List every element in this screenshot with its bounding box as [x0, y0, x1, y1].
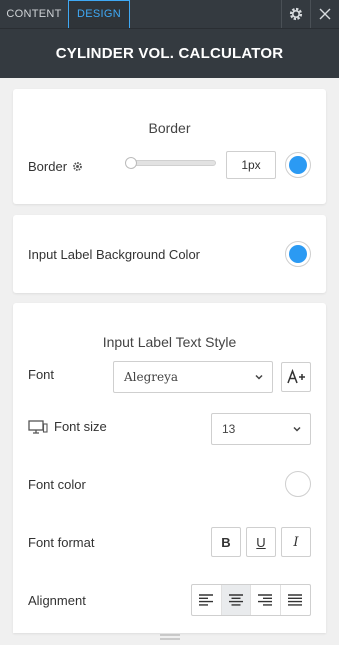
font-size-select[interactable]: 13 [211, 413, 311, 445]
chevron-down-icon [293, 426, 301, 432]
italic-button[interactable]: I [281, 527, 311, 557]
background-color-swatch [289, 245, 307, 263]
small-gear-icon[interactable] [72, 161, 83, 172]
text-style-card: Input Label Text Style Font Alegreya Fon… [13, 303, 326, 633]
panel-header: CYLINDER VOL. CALCULATOR [0, 28, 339, 78]
background-color-label: Input Label Background Color [28, 247, 201, 262]
bold-button[interactable]: B [211, 527, 241, 557]
align-right-icon [258, 594, 273, 606]
border-label: Border [28, 159, 68, 174]
text-style-section-title: Input Label Text Style [102, 334, 237, 350]
tab-design[interactable]: DESIGN [68, 0, 130, 28]
border-card: Border Border 1px [13, 89, 326, 204]
align-center-button[interactable] [221, 585, 251, 615]
tab-content[interactable]: CONTENT [0, 0, 68, 28]
page-title: CYLINDER VOL. CALCULATOR [55, 45, 284, 62]
border-section-title: Border [148, 120, 191, 136]
font-size-label-row: Font size [28, 419, 107, 434]
font-color-label: Font color [28, 477, 86, 492]
align-left-icon [199, 594, 214, 606]
border-width-slider[interactable] [130, 160, 216, 166]
desktop-icon[interactable] [28, 419, 48, 434]
settings-button[interactable] [282, 0, 310, 28]
font-select-value: Alegreya [124, 370, 179, 384]
background-color-picker[interactable] [285, 241, 311, 267]
drag-handle-icon[interactable] [159, 633, 181, 641]
align-justify-icon [288, 594, 303, 606]
font-size-label: Font size [54, 419, 107, 434]
align-center-icon [228, 594, 243, 606]
add-font-button[interactable] [281, 362, 311, 392]
align-justify-button[interactable] [281, 585, 310, 615]
align-right-button[interactable] [251, 585, 281, 615]
border-width-input[interactable]: 1px [226, 151, 276, 179]
font-plus-icon [287, 369, 305, 384]
gear-icon [289, 7, 303, 21]
top-tab-bar: CONTENT DESIGN [0, 0, 339, 28]
underline-button[interactable]: U [246, 527, 276, 557]
font-select[interactable]: Alegreya [113, 361, 273, 393]
border-color-picker[interactable] [285, 152, 311, 178]
font-label: Font [28, 367, 55, 382]
chevron-down-icon [255, 374, 263, 380]
close-button[interactable] [311, 0, 339, 28]
alignment-label: Alignment [28, 593, 86, 608]
border-color-swatch [289, 156, 307, 174]
close-icon [319, 8, 331, 20]
font-format-label: Font format [28, 535, 95, 550]
font-size-value: 13 [222, 422, 236, 436]
border-width-slider-handle[interactable] [125, 157, 137, 169]
font-color-picker[interactable] [285, 471, 311, 497]
align-left-button[interactable] [192, 585, 222, 615]
background-color-card: Input Label Background Color [13, 215, 326, 293]
border-label-row: Border [28, 159, 83, 174]
alignment-button-group [191, 584, 311, 616]
